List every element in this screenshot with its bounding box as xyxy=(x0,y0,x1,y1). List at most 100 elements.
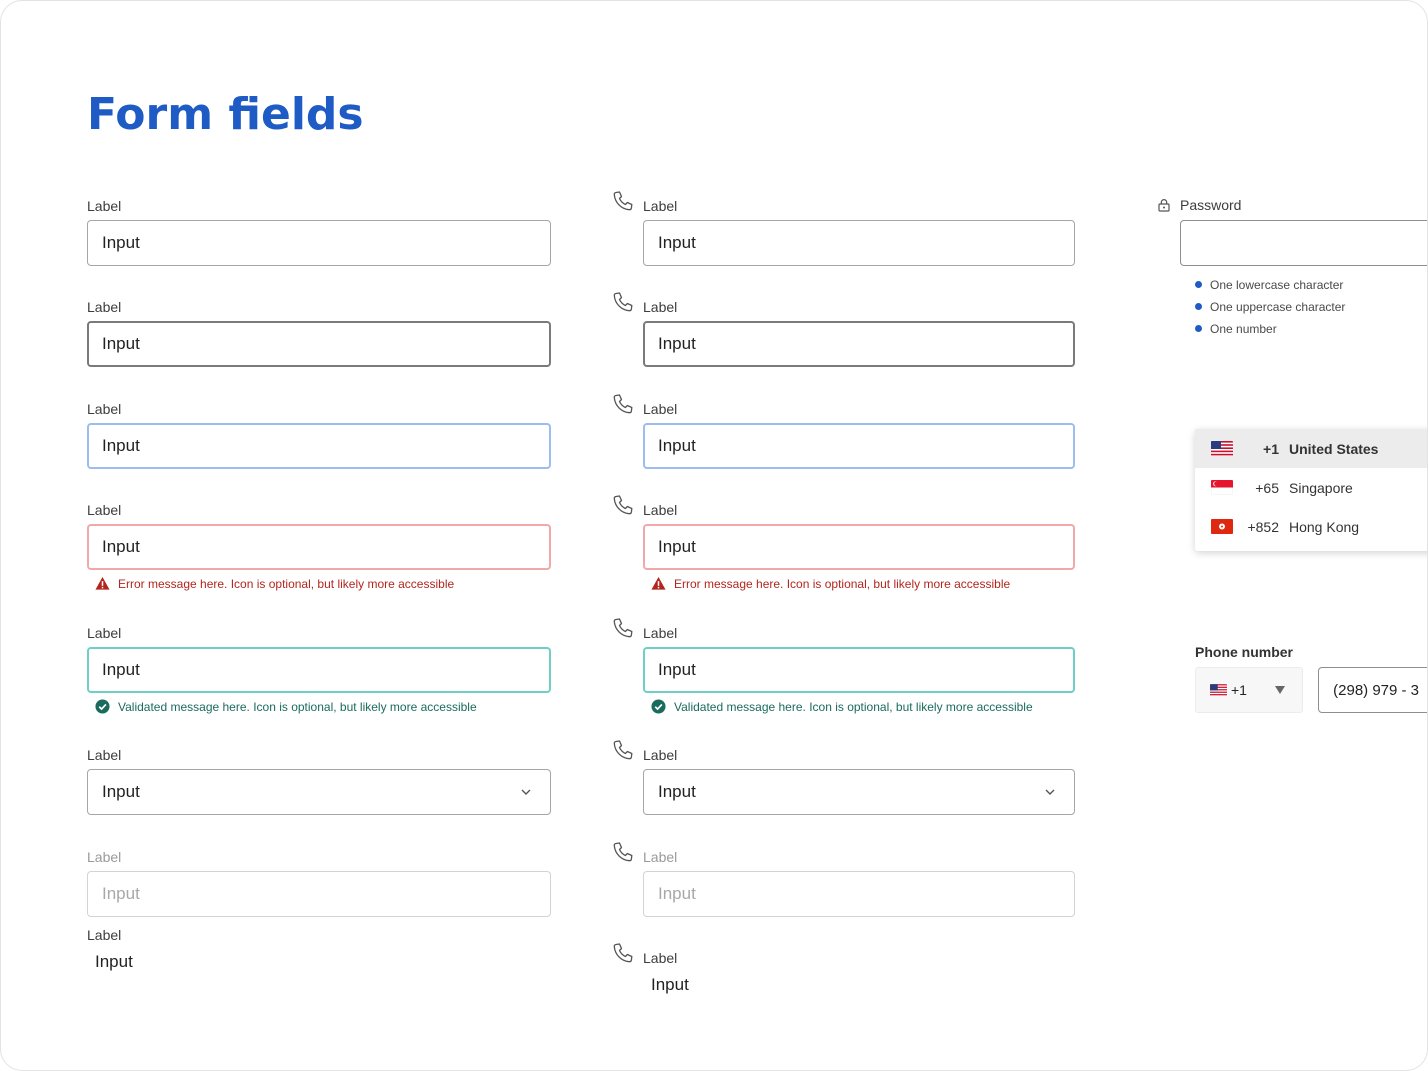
phone-icon xyxy=(613,394,633,414)
country-name: Singapore xyxy=(1289,479,1353,496)
input-value: Input xyxy=(102,334,140,353)
error-message: Error message here. Icon is optional, bu… xyxy=(643,576,1075,591)
input-value: Input xyxy=(658,660,696,679)
country-option-hk[interactable]: +852 Hong Kong xyxy=(1195,507,1427,546)
text-input-valid[interactable]: Input xyxy=(643,647,1075,693)
field-default: Label Input xyxy=(87,197,551,266)
rule-text: One uppercase character xyxy=(1210,300,1346,314)
input-value: Input xyxy=(658,233,696,252)
field-valid: Label Input Validated message here. Icon… xyxy=(87,624,551,714)
field-label: Label xyxy=(643,625,678,641)
phone-number-field: Phone number +1 (298) 979 - 3 xyxy=(1195,644,1427,713)
country-code: +852 xyxy=(1247,518,1279,535)
select-value: Input xyxy=(658,782,696,801)
rule-text: One number xyxy=(1210,322,1277,336)
check-circle-icon xyxy=(95,699,110,714)
field-label: Label xyxy=(87,299,122,315)
error-message: Error message here. Icon is optional, bu… xyxy=(87,576,551,591)
sg-flag-icon xyxy=(1211,480,1233,495)
phone-icon xyxy=(613,495,633,515)
text-input-hover[interactable]: Input xyxy=(87,321,551,367)
icon-field-disabled: Label Input xyxy=(613,842,1075,917)
phone-number-label: Phone number xyxy=(1195,644,1294,660)
country-option-sg[interactable]: +65 Singapore xyxy=(1195,468,1427,507)
field-readonly: Label Input xyxy=(87,926,551,972)
password-label-text: Password xyxy=(1180,197,1242,213)
field-label: Label xyxy=(643,299,678,315)
password-rule-number: One number xyxy=(1195,318,1427,340)
select-value: Input xyxy=(102,782,140,801)
field-error: Label Input Error message here. Icon is … xyxy=(87,501,551,591)
text-input-valid[interactable]: Input xyxy=(87,647,551,693)
phone-icon xyxy=(613,842,633,862)
page-title: Form fields xyxy=(87,89,364,140)
phone-icon xyxy=(613,943,633,963)
icon-field-valid: Label Input Validated message here. Icon… xyxy=(613,618,1075,714)
canvas-frame: Form fields Label Input Label Input Labe… xyxy=(0,0,1428,1071)
us-flag-icon xyxy=(1211,441,1233,456)
phone-number-input[interactable]: (298) 979 - 3 xyxy=(1318,667,1427,713)
chevron-down-icon xyxy=(521,789,531,795)
text-input-disabled: Input xyxy=(87,871,551,917)
text-input-error[interactable]: Input xyxy=(643,524,1075,570)
password-rule-lowercase: One lowercase character xyxy=(1195,274,1427,296)
field-label: Label xyxy=(87,927,122,943)
field-label: Label xyxy=(87,625,122,641)
chevron-down-icon xyxy=(1045,789,1055,795)
phone-icon xyxy=(613,618,633,638)
error-message-text: Error message here. Icon is optional, bu… xyxy=(674,576,1011,591)
valid-message-text: Validated message here. Icon is optional… xyxy=(118,699,477,714)
readonly-value: Input xyxy=(95,952,133,971)
input-value: Input xyxy=(658,334,696,353)
country-name: Hong Kong xyxy=(1289,518,1360,535)
password-rule-uppercase: One uppercase character xyxy=(1195,296,1427,318)
input-value: Input xyxy=(658,436,696,455)
phone-icon xyxy=(613,292,633,312)
icon-field-default: Label Input xyxy=(613,191,1075,266)
lock-icon xyxy=(1158,199,1170,212)
field-label: Label xyxy=(87,401,122,417)
country-option-us[interactable]: +1 United States xyxy=(1195,429,1427,468)
text-input[interactable]: Input xyxy=(643,220,1075,266)
text-input[interactable]: Input xyxy=(87,220,551,266)
field-focus: Label Input xyxy=(87,400,551,469)
us-flag-icon xyxy=(1210,684,1227,696)
field-label: Label xyxy=(643,747,678,763)
field-disabled: Label Input xyxy=(87,848,551,917)
phone-icon xyxy=(613,740,633,760)
select-input[interactable]: Input xyxy=(643,769,1075,815)
input-value: Input xyxy=(102,233,140,252)
country-name: United States xyxy=(1289,440,1379,457)
warning-icon xyxy=(95,576,110,590)
field-label: Label xyxy=(87,198,122,214)
rule-text: One lowercase character xyxy=(1210,278,1344,292)
field-hover: Label Input xyxy=(87,298,551,367)
country-dropdown-menu: +1 United States +65 Singapore +852 Hong… xyxy=(1195,429,1427,551)
input-value: Input xyxy=(102,537,140,556)
field-label: Label xyxy=(643,849,678,865)
input-value: Input xyxy=(102,884,140,903)
input-value: Input xyxy=(102,436,140,455)
select-input[interactable]: Input xyxy=(87,769,551,815)
valid-message: Validated message here. Icon is optional… xyxy=(643,699,1075,714)
icon-field-error: Label Input Error message here. Icon is … xyxy=(613,495,1075,591)
text-input-disabled: Input xyxy=(643,871,1075,917)
password-input[interactable] xyxy=(1180,220,1427,266)
text-input-error[interactable]: Input xyxy=(87,524,551,570)
input-value: Input xyxy=(658,884,696,903)
text-input-hover[interactable]: Input xyxy=(643,321,1075,367)
password-rules: One lowercase character One uppercase ch… xyxy=(1195,274,1427,340)
field-label: Label xyxy=(87,849,122,865)
readonly-value: Input xyxy=(651,975,689,994)
password-label: Password xyxy=(1157,197,1427,213)
field-label: Label xyxy=(643,401,678,417)
country-code-select[interactable]: +1 xyxy=(1195,667,1304,713)
country-code: +65 xyxy=(1255,479,1279,496)
field-select: Label Input xyxy=(87,746,551,815)
text-input-focus[interactable]: Input xyxy=(643,423,1075,469)
icon-field-select: Label Input xyxy=(613,740,1075,815)
text-input-focus[interactable]: Input xyxy=(87,423,551,469)
error-message-text: Error message here. Icon is optional, bu… xyxy=(118,576,455,591)
field-label: Label xyxy=(87,502,122,518)
input-value: Input xyxy=(658,537,696,556)
